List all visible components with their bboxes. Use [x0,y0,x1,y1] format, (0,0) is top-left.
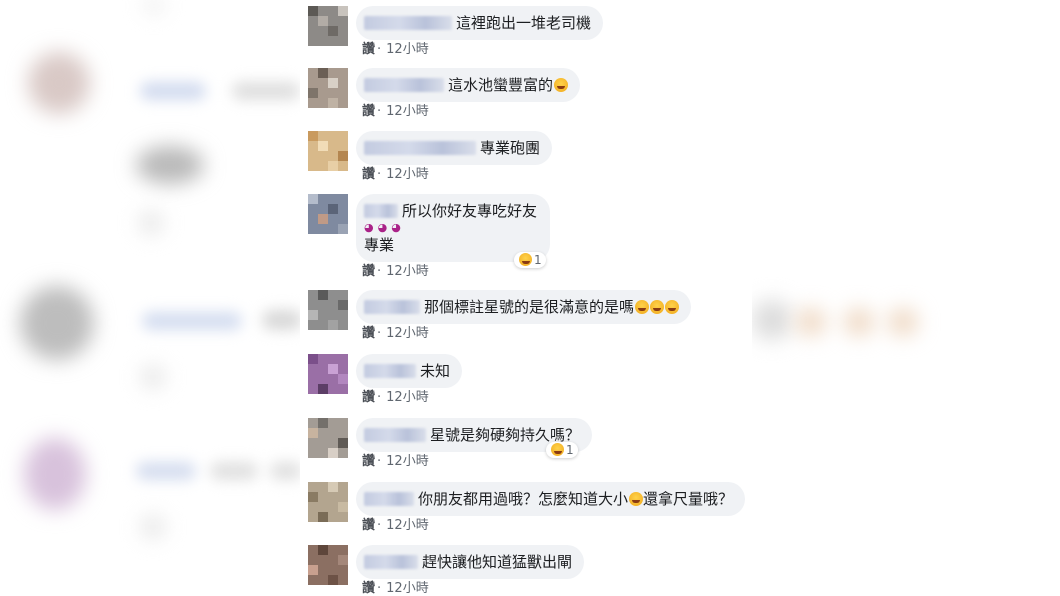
commenter-name[interactable] [364,78,444,92]
comment-thread: 這裡跑出一堆老司機 讚 · 12小時 這水池蠻豐富的 讚 · 12小時 專業砲團 讚 · 1… [300,0,760,596]
comment-bubble: 這水池蠻豐富的 [356,68,581,102]
comment-meta: 讚 · 12小時 [362,104,429,119]
comment-time[interactable]: 12小時 [386,104,429,119]
like-link[interactable]: 讚 [362,454,375,469]
avatar[interactable] [308,545,348,585]
avatar[interactable] [308,131,348,171]
comment-text-line2: 專業 [364,236,395,254]
comment-text: 這裡跑出一堆老司機 [456,14,592,32]
comment-text-line2: 還拿尺量哦？ [643,490,734,508]
commenter-name[interactable] [364,141,476,155]
reaction-badge[interactable]: 1 [546,442,578,458]
commenter-name[interactable] [364,428,426,442]
avatar[interactable] [308,354,348,394]
commenter-name[interactable] [364,300,420,314]
comment-bubble: 這裡跑出一堆老司機 [356,6,604,40]
commenter-name[interactable] [364,364,416,378]
comment-time[interactable]: 12小時 [386,42,429,57]
avatar[interactable] [308,290,348,330]
comment-time[interactable]: 12小時 [386,581,429,596]
comment-meta: 讚 · 12小時 [362,390,429,405]
laughing-emoji-icon [519,253,532,266]
comment-bubble: 你朋友都用過哦？怎麼知道大小 還拿尺量哦？ [356,482,746,516]
like-link[interactable]: 讚 [362,104,375,119]
comment-meta: 讚 · 12小時 [362,38,429,57]
background-left-blurred [0,0,300,596]
emoji-row-icon: ◕◕◕ [364,221,405,234]
like-link[interactable]: 讚 [362,326,375,341]
comment-bubble: 那個標註星號的是很滿意的是嗎 [356,290,692,324]
laughing-emoji-icon [635,300,650,314]
comment-text: 未知 [420,362,451,380]
comment-time[interactable]: 12小時 [386,167,429,182]
laughing-emoji-icon [665,300,680,314]
reaction-count: 1 [566,443,574,457]
comment-meta: 讚 · 12小時 [362,518,429,533]
comment-text: 這水池蠻豐富的 [448,76,554,94]
comment-time[interactable]: 12小時 [386,454,429,469]
avatar[interactable] [308,482,348,522]
laughing-emoji-icon [554,78,569,92]
avatar[interactable] [308,194,348,234]
comment-text: 專業砲團 [480,139,541,157]
comment-time[interactable]: 12小時 [386,518,429,533]
comment-text: 趕快讓他知道猛獸出閘 [422,553,573,571]
commenter-name[interactable] [364,492,414,506]
comment-text: 你朋友都用過哦？怎麼知道大小 [418,490,629,508]
comment-bubble: 專業砲團 [356,131,553,165]
comment-meta: 讚 · 12小時 [362,264,429,279]
comment-time[interactable]: 12小時 [386,264,429,279]
laughing-emoji-icon [551,443,564,456]
like-link[interactable]: 讚 [362,518,375,533]
commenter-name[interactable] [364,555,418,569]
avatar[interactable] [308,68,348,108]
comment-meta: 讚 · 12小時 [362,326,429,341]
sweat-smile-emoji-icon [629,492,644,506]
like-link[interactable]: 讚 [362,167,375,182]
reaction-count: 1 [534,253,542,267]
avatar[interactable] [308,6,348,46]
comment-time[interactable]: 12小時 [386,390,429,405]
comment-meta: 讚 · 12小時 [362,167,429,182]
commenter-name[interactable] [364,16,452,30]
reaction-badge[interactable]: 1 [514,252,546,268]
like-link[interactable]: 讚 [362,42,375,57]
comment-bubble: 趕快讓他知道猛獸出閘 [356,545,585,579]
laughing-emoji-icon [650,300,665,314]
like-link[interactable]: 讚 [362,390,375,405]
avatar[interactable] [308,418,348,458]
like-link[interactable]: 讚 [362,264,375,279]
meta-separator: · [377,42,382,57]
comment-meta: 讚 · 12小時 [362,581,429,596]
comment-time[interactable]: 12小時 [386,326,429,341]
comment-text: 所以你好友專吃好友 [402,202,538,220]
like-link[interactable]: 讚 [362,581,375,596]
comment-meta: 讚 · 12小時 [362,454,429,469]
commenter-name[interactable] [364,204,398,218]
comment-bubble: 未知 [356,354,463,388]
comment-text: 那個標註星號的是很滿意的是嗎 [424,298,635,316]
background-right-blurred [752,0,1060,596]
